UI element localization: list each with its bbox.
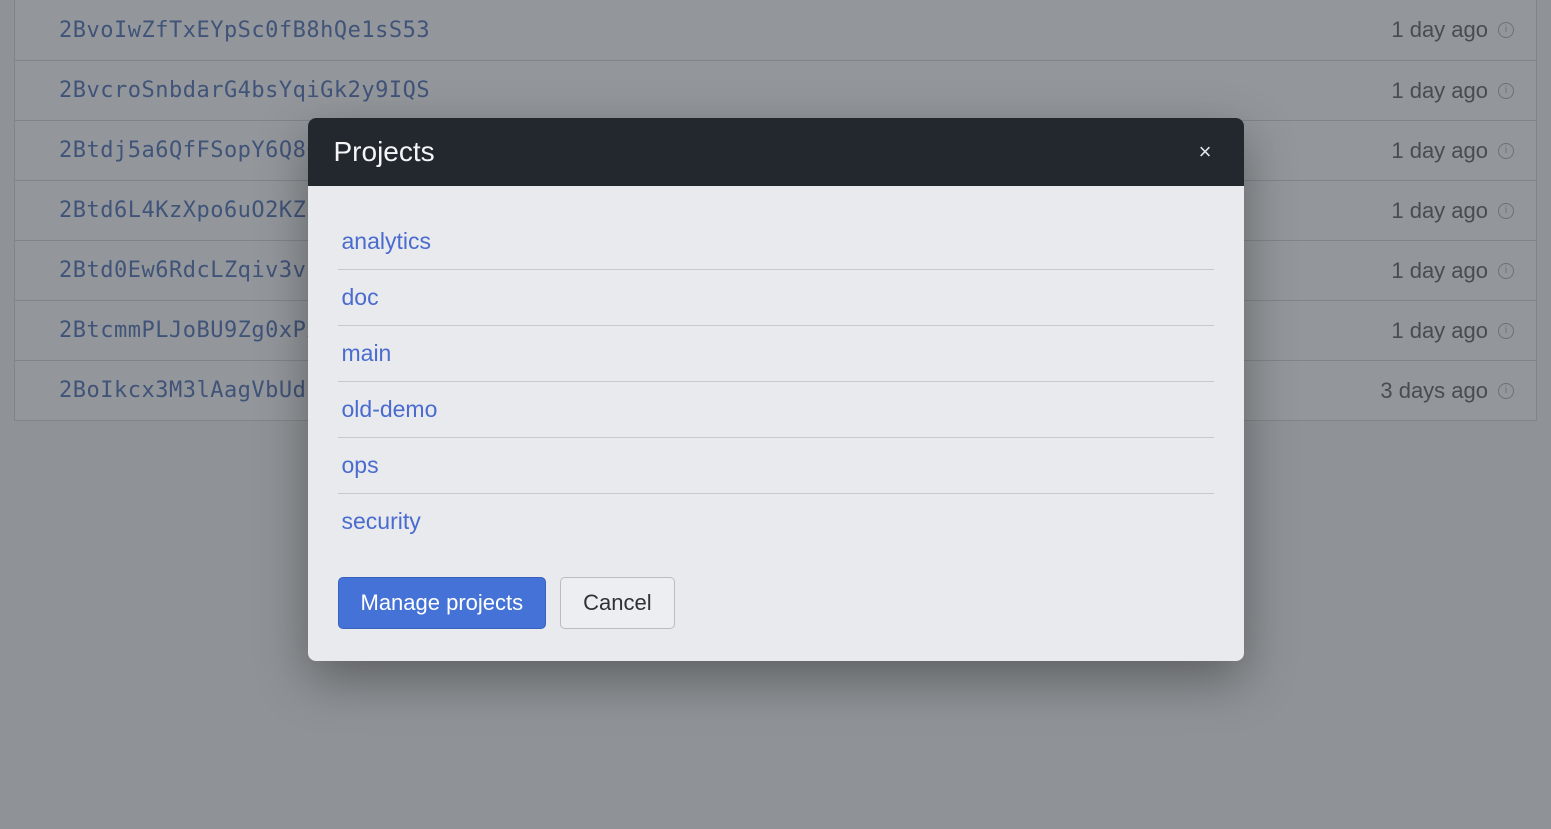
project-item-security[interactable]: security [338,494,1214,549]
cancel-button[interactable]: Cancel [560,577,674,629]
project-item-doc[interactable]: doc [338,270,1214,326]
project-item-old-demo[interactable]: old-demo [338,382,1214,438]
modal-body: analytics doc main old-demo ops security… [308,186,1244,661]
modal-backdrop[interactable]: Projects × analytics doc main old-demo o… [0,0,1551,829]
project-item-analytics[interactable]: analytics [338,214,1214,270]
close-icon[interactable]: × [1193,137,1218,167]
project-item-main[interactable]: main [338,326,1214,382]
project-list: analytics doc main old-demo ops security [338,214,1214,549]
manage-projects-button[interactable]: Manage projects [338,577,547,629]
project-item-ops[interactable]: ops [338,438,1214,494]
modal-actions: Manage projects Cancel [338,577,1214,629]
modal-header: Projects × [308,118,1244,186]
modal-title: Projects [334,136,435,168]
projects-modal: Projects × analytics doc main old-demo o… [308,118,1244,661]
